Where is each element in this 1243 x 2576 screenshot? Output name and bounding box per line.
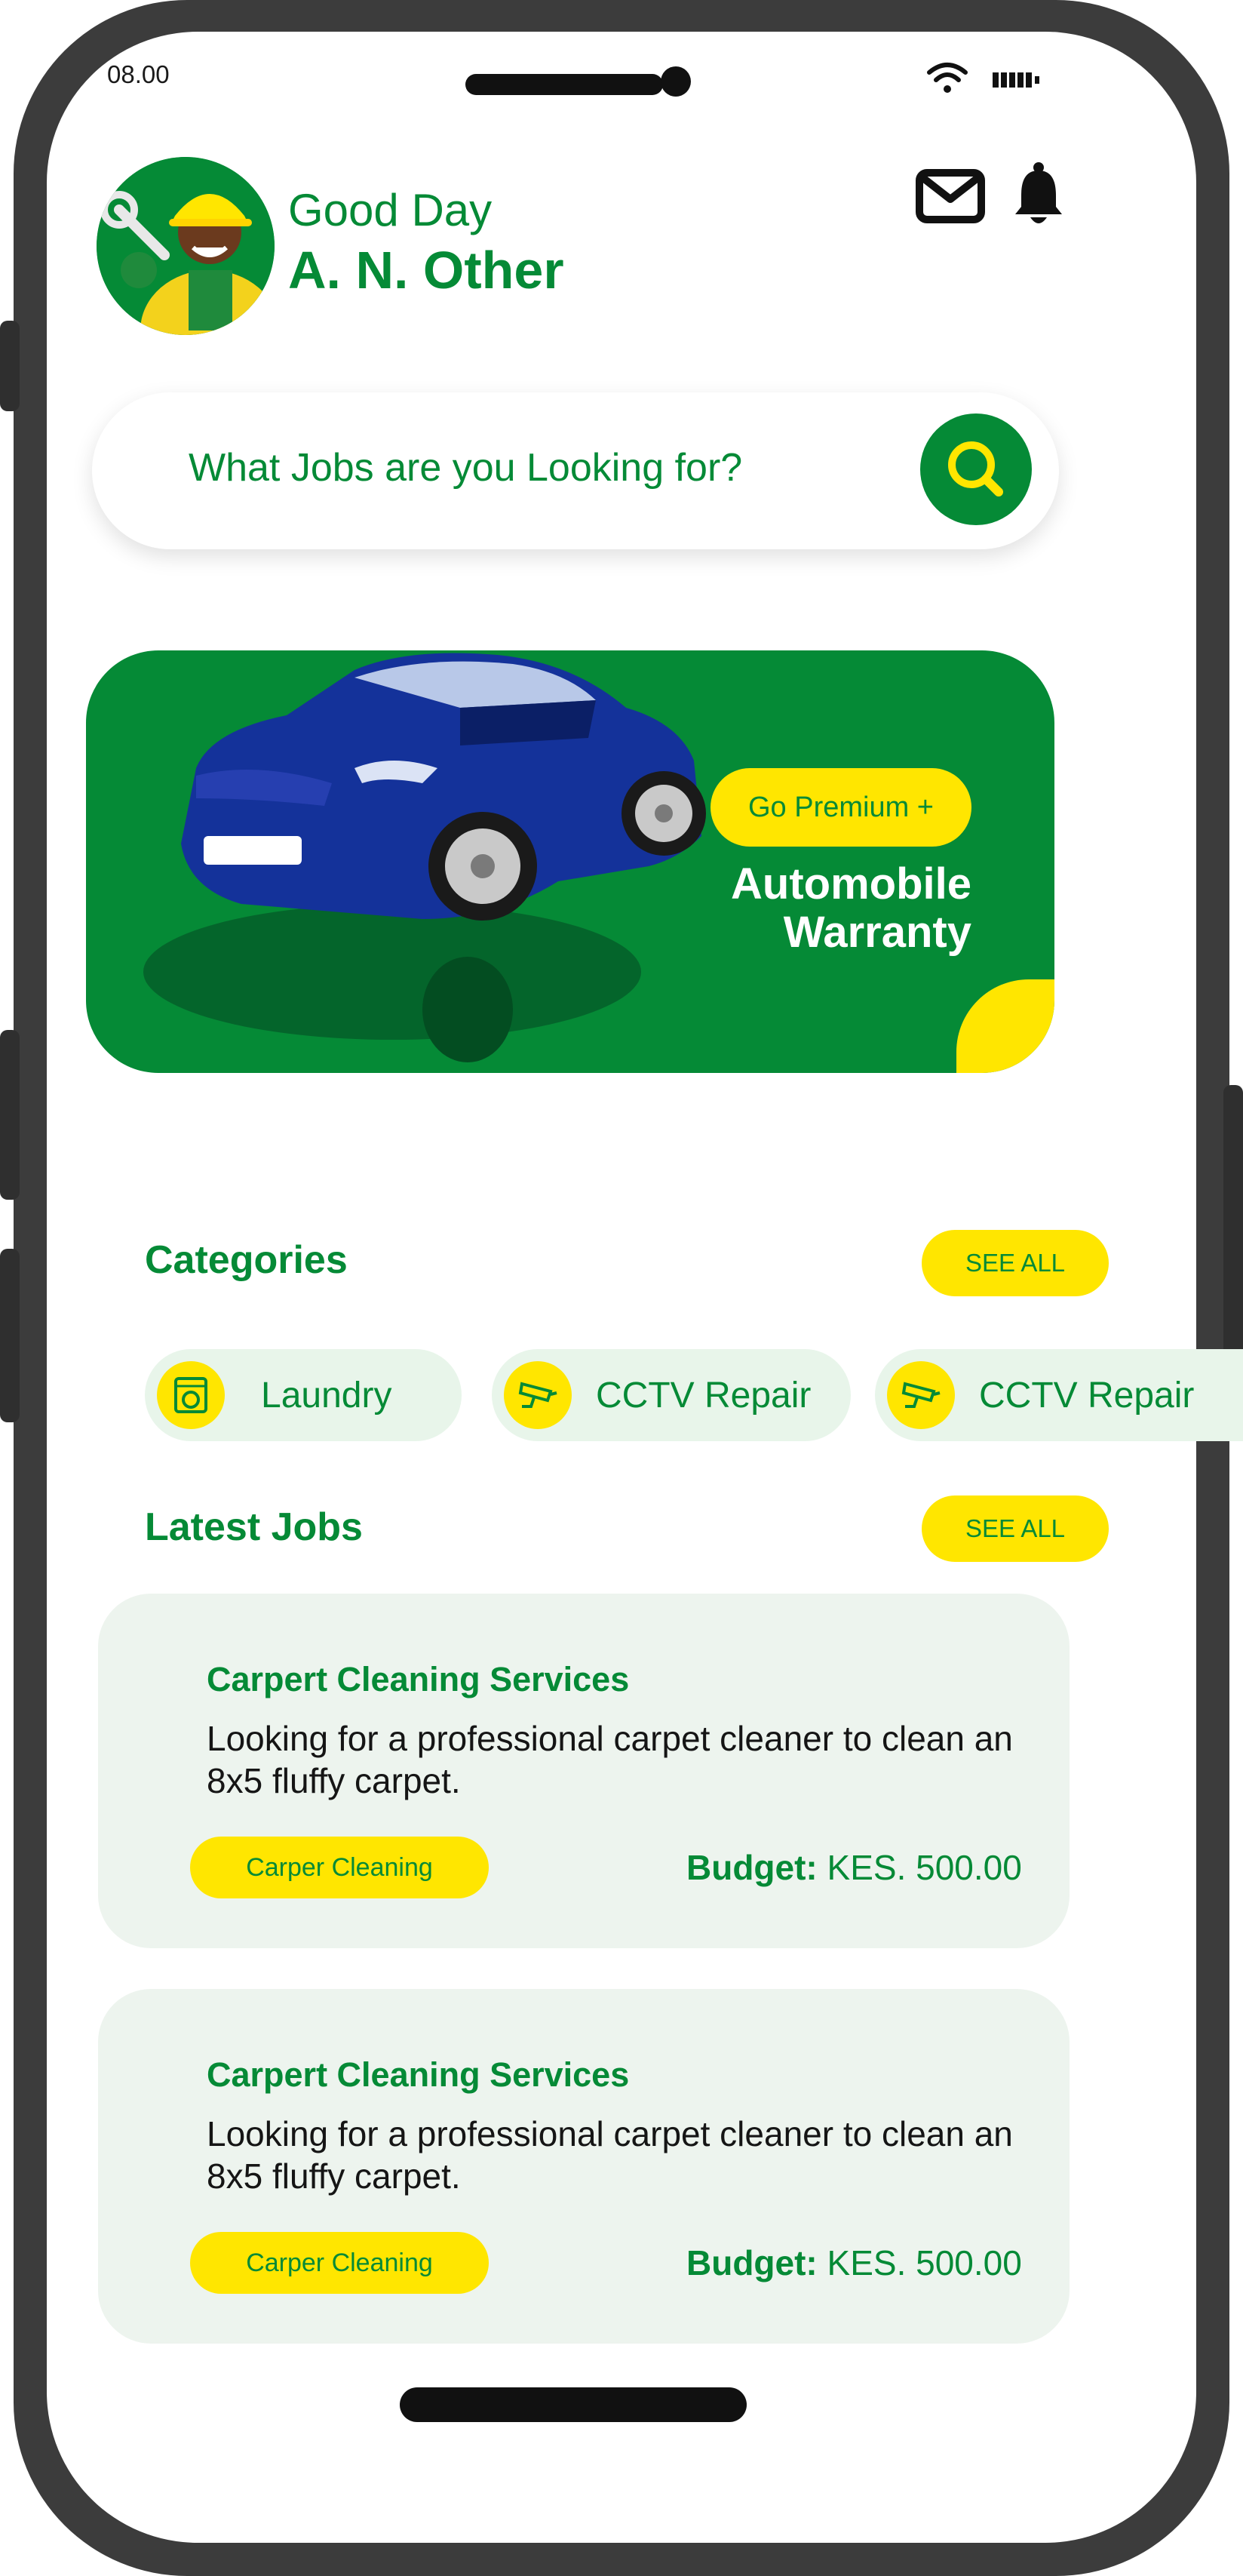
user-name: A. N. Other [288,241,564,300]
banner-title-line1: Automobile [731,859,971,908]
category-label: Laundry [261,1375,392,1416]
job-title: Carpert Cleaning Services [207,1660,630,1698]
greeting-text: Good Day [288,185,493,235]
job-budget: Budget: KES. 500.00 [686,1847,1022,1888]
banner-title: Automobile Warranty [679,860,971,957]
home-indicator[interactable] [400,2387,747,2422]
search-button[interactable] [920,413,1032,525]
job-budget: Budget: KES. 500.00 [686,2242,1022,2283]
go-premium-button[interactable]: Go Premium + [711,768,971,847]
app-screen: 08.00 Good Day A. N. Other What Jobs are… [0,0,1243,2576]
cctv-camera-icon [887,1361,955,1429]
washing-machine-icon [157,1361,225,1429]
category-label: CCTV Repair [596,1375,812,1416]
job-description: Looking for a professional carpet cleane… [207,1719,1013,1800]
latest-jobs-see-all-button[interactable]: SEE ALL [922,1495,1109,1562]
job-title: Carpert Cleaning Services [207,2055,630,2094]
category-cctv-repair-2[interactable]: CCTV Repair [875,1349,1243,1441]
budget-label: Budget: [686,2243,818,2282]
wifi-icon [927,63,968,93]
search-input[interactable]: What Jobs are you Looking for? [189,445,742,490]
budget-label: Budget: [686,1848,818,1887]
car-illustration-icon [143,653,706,1062]
latest-jobs-title: Latest Jobs [145,1505,363,1549]
category-label: CCTV Repair [979,1375,1195,1416]
worker-illustration-icon [97,157,275,335]
search-icon [948,441,1003,496]
job-tag[interactable]: Carper Cleaning [190,1837,489,1898]
bell-icon[interactable] [1012,161,1065,226]
budget-value: KES. 500.00 [827,1848,1022,1887]
banner-corner-accent [956,979,1054,1073]
speaker-grille [465,74,663,95]
budget-value: KES. 500.00 [827,2243,1022,2282]
job-description: Looking for a professional carpet cleane… [207,2114,1013,2196]
banner-title-line2: Warranty [783,908,971,957]
status-time: 08.00 [107,60,170,88]
category-laundry[interactable]: Laundry [145,1349,462,1441]
front-camera [661,66,691,97]
category-cctv-repair[interactable]: CCTV Repair [492,1349,851,1441]
cctv-camera-icon [504,1361,572,1429]
mail-icon[interactable] [916,169,985,223]
battery-icon [993,72,1039,88]
categories-title: Categories [145,1238,348,1282]
avatar[interactable] [97,157,275,335]
categories-see-all-button[interactable]: SEE ALL [922,1230,1109,1296]
job-tag[interactable]: Carper Cleaning [190,2232,489,2294]
